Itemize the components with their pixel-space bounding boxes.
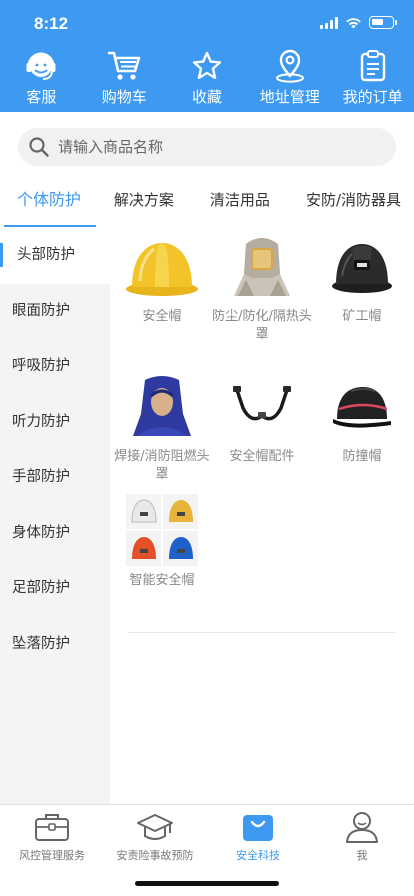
quick-nav-orders[interactable]: 我的订单 bbox=[331, 48, 414, 110]
sidebar-item-respiratory[interactable]: 呼吸防护 bbox=[0, 339, 110, 395]
quick-nav: 客服 购物车 收藏 地址管理 我的订单 bbox=[0, 48, 414, 110]
bottom-nav-label: 我 bbox=[356, 849, 368, 862]
grid-divider bbox=[128, 632, 396, 633]
bottom-nav-accident-prevention[interactable]: 安责险事故预防 bbox=[103, 807, 207, 863]
sidebar-item-fall[interactable]: 坠落防护 bbox=[0, 617, 110, 673]
sidebar-item-eye-face[interactable]: 眼面防护 bbox=[0, 284, 110, 340]
cart-icon bbox=[104, 48, 144, 84]
sidebar-item-foot[interactable]: 足部防护 bbox=[0, 561, 110, 617]
quick-nav-label: 地址管理 bbox=[259, 88, 320, 106]
quick-nav-label: 我的订单 bbox=[342, 88, 403, 106]
user-icon bbox=[310, 809, 414, 845]
quick-nav-cart[interactable]: 购物车 bbox=[83, 48, 166, 110]
product-card[interactable]: 安全帽配件 bbox=[212, 372, 312, 466]
product-name: 矿工帽 bbox=[342, 309, 382, 324]
product-name: 防尘/防化/隔热头罩 bbox=[212, 309, 312, 342]
bottom-nav-label: 安全科技 bbox=[236, 849, 280, 862]
product-card[interactable]: 矿工帽 bbox=[312, 232, 412, 326]
quick-nav-label: 收藏 bbox=[191, 88, 222, 106]
bottom-nav-risk-control[interactable]: 风控管理服务 bbox=[0, 807, 104, 863]
home-indicator bbox=[135, 881, 279, 886]
tab-personal-protection[interactable]: 个体防护 bbox=[0, 180, 98, 228]
quick-nav-address[interactable]: 地址管理 bbox=[248, 48, 331, 110]
bottom-nav-safety-tech[interactable]: 安全科技 bbox=[206, 807, 310, 863]
order-list-icon bbox=[353, 48, 393, 84]
blue-welding-hood-image bbox=[124, 372, 200, 442]
product-card[interactable]: 焊接/消防阻燃头罩 bbox=[112, 372, 212, 484]
wifi-icon bbox=[346, 17, 361, 28]
header: 8:12 客服 购物车 收藏 地址管理 我的订单 bbox=[0, 0, 414, 112]
sidebar-item-head[interactable]: 头部防护 bbox=[0, 228, 110, 284]
cellular-signal-icon bbox=[320, 16, 338, 29]
tab-cleaning-supplies[interactable]: 清洁用品 bbox=[187, 180, 283, 228]
product-name: 焊接/消防阻燃头罩 bbox=[114, 449, 210, 482]
helmet-chin-strap-image bbox=[224, 372, 300, 442]
tab-solutions[interactable]: 解决方案 bbox=[98, 180, 187, 228]
location-pin-icon bbox=[270, 48, 310, 84]
star-icon bbox=[187, 48, 227, 84]
sidebar: 头部防护 眼面防护 呼吸防护 听力防护 手部防护 身体防护 足部防护 坠落防护 bbox=[0, 228, 110, 804]
sidebar-item-body[interactable]: 身体防护 bbox=[0, 506, 110, 562]
briefcase-icon bbox=[0, 809, 104, 845]
search-icon bbox=[29, 137, 49, 157]
product-card[interactable]: 防撞帽 bbox=[312, 372, 412, 466]
graduation-cap-icon bbox=[103, 809, 207, 845]
battery-icon bbox=[369, 16, 397, 29]
product-name: 安全帽 bbox=[142, 309, 182, 324]
product-name: 安全帽配件 bbox=[229, 449, 295, 464]
smart-helmets-grid-image bbox=[124, 494, 200, 566]
product-card[interactable]: 安全帽 bbox=[112, 232, 212, 326]
quick-nav-favorites[interactable]: 收藏 bbox=[166, 48, 249, 110]
product-name: 智能安全帽 bbox=[129, 573, 195, 588]
quick-nav-label: 客服 bbox=[26, 88, 57, 106]
search-bar[interactable] bbox=[18, 128, 396, 166]
sidebar-item-hearing[interactable]: 听力防护 bbox=[0, 395, 110, 451]
bump-cap-image bbox=[324, 372, 400, 442]
category-tabs: 个体防护 解决方案 清洁用品 安防/消防器具 bbox=[0, 180, 414, 228]
app-screen: 8:12 客服 购物车 收藏 地址管理 我的订单 请输入商品名称 个体防护 解决… bbox=[0, 0, 414, 896]
headset-icon bbox=[21, 48, 61, 84]
aluminized-heat-hood-image bbox=[224, 232, 300, 302]
quick-nav-customer-service[interactable]: 客服 bbox=[0, 48, 83, 110]
product-card[interactable]: 智能安全帽 bbox=[112, 494, 212, 590]
status-bar: 8:12 bbox=[0, 0, 414, 46]
product-card[interactable]: 防尘/防化/隔热头罩 bbox=[212, 232, 312, 344]
tab-security-fire-equipment[interactable]: 安防/消防器具 bbox=[283, 180, 414, 228]
product-name: 防撞帽 bbox=[342, 449, 382, 464]
bottom-nav-label: 风控管理服务 bbox=[19, 849, 85, 862]
bottom-nav-label: 安责险事故预防 bbox=[116, 849, 194, 862]
shopping-bag-icon bbox=[206, 809, 310, 845]
sidebar-item-hand[interactable]: 手部防护 bbox=[0, 450, 110, 506]
search-input[interactable] bbox=[58, 138, 358, 156]
yellow-safety-helmet-image bbox=[124, 232, 200, 302]
status-time: 8:12 bbox=[34, 14, 69, 33]
quick-nav-label: 购物车 bbox=[101, 88, 147, 106]
black-miner-helmet-image bbox=[324, 232, 400, 302]
status-icons bbox=[320, 16, 397, 29]
bottom-nav-me[interactable]: 我 bbox=[310, 807, 414, 863]
